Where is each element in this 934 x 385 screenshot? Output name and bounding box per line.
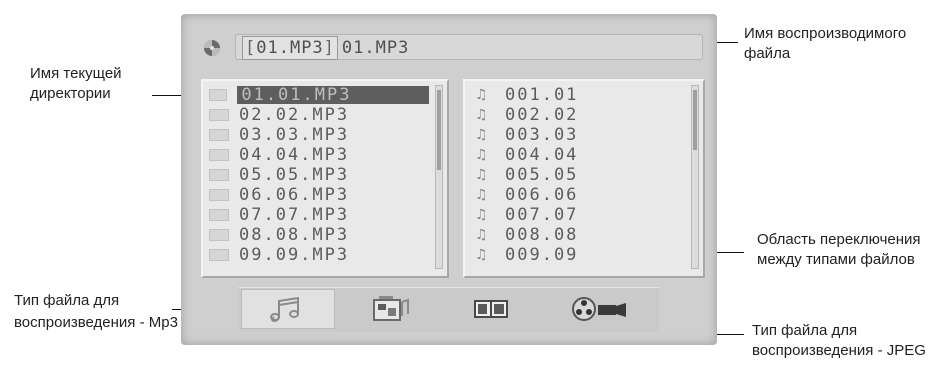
- file-name: 02.02.MP3: [239, 105, 350, 125]
- track-name: 007.07: [505, 205, 579, 225]
- track-name: 003.03: [505, 125, 579, 145]
- track-row[interactable]: ♫ 002.02: [465, 105, 685, 125]
- track-list-scrollbar[interactable]: [691, 85, 699, 269]
- music-note-icon: ♫: [475, 227, 488, 243]
- file-row[interactable]: 04.04.MP3: [203, 145, 429, 165]
- file-name: 08.08.MP3: [239, 225, 350, 245]
- music-note-icon: ♫: [475, 147, 488, 163]
- file-row[interactable]: 05.05.MP3: [203, 165, 429, 185]
- track-row[interactable]: ♫ 001.01: [465, 85, 685, 105]
- track-row[interactable]: ♫ 005.05: [465, 165, 685, 185]
- file-checkbox[interactable]: [209, 249, 229, 261]
- file-checkbox[interactable]: [209, 149, 229, 161]
- file-row[interactable]: 06.06.MP3: [203, 185, 429, 205]
- track-name: 002.02: [505, 105, 579, 125]
- file-row[interactable]: 07.07.MP3: [203, 205, 429, 225]
- track-list-panel: ♫ 001.01 ♫ 002.02 ♫ 003.03 ♫ 004.04 ♫ 005.05 …: [463, 79, 705, 278]
- track-name: 001.01: [505, 85, 579, 105]
- track-name: 008.08: [505, 225, 579, 245]
- close-bracket: ]: [323, 38, 335, 58]
- current-directory-label: [01.MP3]: [242, 36, 338, 60]
- file-checkbox[interactable]: [209, 169, 229, 181]
- file-row[interactable]: 03.03.MP3: [203, 125, 429, 145]
- track-name: 005.05: [505, 165, 579, 185]
- callout-type-switch-area: Область переключения между типами файлов: [757, 231, 921, 268]
- video-type-icon: [572, 297, 626, 321]
- callout-type-mp3: Тип файла для воспроизведения - Mp3: [14, 292, 178, 331]
- playing-file-name: 01.MP3: [341, 38, 410, 58]
- file-name: 07.07.MP3: [239, 205, 350, 225]
- callout-current-directory: Имя текущей директории: [30, 65, 122, 102]
- photo-type-icon: [373, 296, 409, 321]
- current-directory-name: 01.MP3: [256, 38, 324, 58]
- track-row[interactable]: ♫ 003.03: [465, 125, 685, 145]
- scroll-thumb[interactable]: [437, 90, 441, 170]
- music-note-icon: ♫: [475, 87, 488, 103]
- file-row[interactable]: 08.08.MP3: [203, 225, 429, 245]
- file-name: 09.09.MP3: [239, 245, 350, 265]
- file-row[interactable]: 01.01.MP3: [203, 85, 429, 105]
- video-type-button[interactable]: [555, 289, 645, 329]
- music-type-button[interactable]: [241, 289, 335, 329]
- file-checkbox[interactable]: [209, 209, 229, 221]
- file-name: 04.04.MP3: [239, 145, 350, 165]
- file-list-panel: 01.01.MP3 02.02.MP3 03.03.MP3 04.04.MP3 …: [201, 79, 449, 278]
- track-name: 006.06: [505, 185, 579, 205]
- path-bar: [01.MP3] 01.MP3: [195, 28, 710, 62]
- file-checkbox[interactable]: [209, 109, 229, 121]
- file-name: 03.03.MP3: [239, 125, 350, 145]
- music-type-icon: [270, 296, 299, 323]
- track-row[interactable]: ♫ 006.06: [465, 185, 685, 205]
- track-list: ♫ 001.01 ♫ 002.02 ♫ 003.03 ♫ 004.04 ♫ 005.05 …: [465, 85, 685, 265]
- track-name: 004.04: [505, 145, 579, 165]
- path-display: [01.MP3] 01.MP3: [235, 34, 703, 60]
- music-note-icon: ♫: [475, 247, 488, 263]
- file-name: 01.01.MP3: [241, 85, 352, 105]
- track-row[interactable]: ♫ 008.08: [465, 225, 685, 245]
- file-list: 01.01.MP3 02.02.MP3 03.03.MP3 04.04.MP3 …: [203, 85, 429, 265]
- track-row[interactable]: ♫ 007.07: [465, 205, 685, 225]
- file-checkbox[interactable]: [209, 189, 229, 201]
- music-note-icon: ♫: [475, 207, 488, 223]
- file-list-scrollbar[interactable]: [435, 85, 443, 269]
- file-name: 05.05.MP3: [239, 165, 350, 185]
- file-checkbox[interactable]: [209, 129, 229, 141]
- music-note-icon: ♫: [475, 107, 488, 123]
- file-checkbox[interactable]: [209, 89, 228, 101]
- player-screen: [01.MP3] 01.MP3 01.01.MP3 02.02.MP3 03.03…: [181, 14, 717, 345]
- film-type-button[interactable]: [451, 289, 531, 329]
- file-row[interactable]: 02.02.MP3: [203, 105, 429, 125]
- file-row[interactable]: 09.09.MP3: [203, 245, 429, 265]
- scroll-thumb[interactable]: [693, 90, 697, 150]
- track-name: 009.09: [505, 245, 579, 265]
- music-note-icon: ♫: [475, 187, 488, 203]
- film-type-icon: [474, 300, 508, 318]
- file-name: 06.06.MP3: [239, 185, 350, 205]
- track-row[interactable]: ♫ 009.09: [465, 245, 685, 265]
- callout-type-jpeg: Тип файла для воспроизведения - JPEG: [752, 322, 926, 359]
- file-type-switcher: [239, 287, 659, 332]
- disc-icon: [204, 40, 220, 56]
- selection-highlight: 01.01.MP3: [237, 85, 429, 105]
- open-bracket: [: [245, 38, 257, 58]
- file-checkbox[interactable]: [209, 229, 229, 241]
- photo-type-button[interactable]: [351, 289, 431, 329]
- track-row[interactable]: ♫ 004.04: [465, 145, 685, 165]
- music-note-icon: ♫: [475, 127, 488, 143]
- callout-playing-file-name: Имя воспроизводимого файла: [744, 25, 907, 62]
- music-note-icon: ♫: [475, 167, 488, 183]
